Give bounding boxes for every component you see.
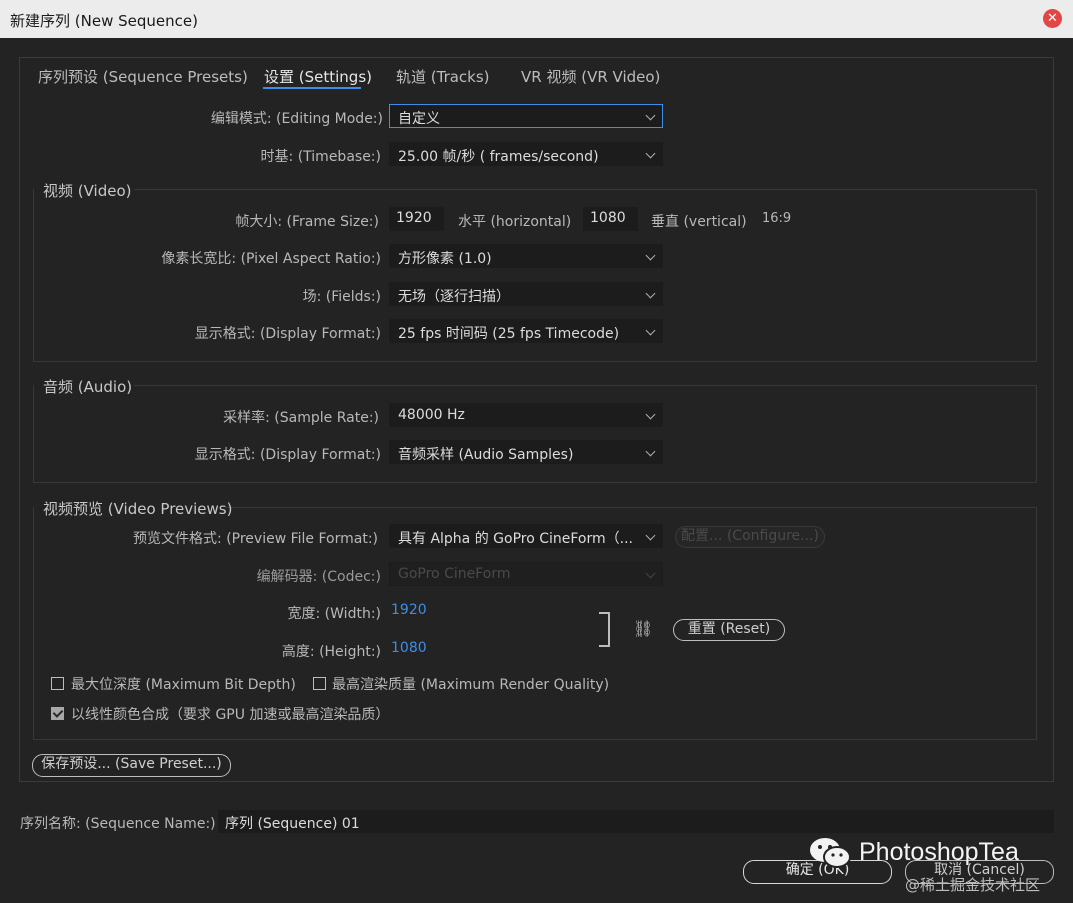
linear-color-label: 以线性颜色合成（要求 GPU 加速或最高渲染品质） <box>71 707 390 723</box>
frame-size-label: 帧大小: (Frame Size:) <box>235 214 379 230</box>
editing-mode-label: 编辑模式: (Editing Mode:) <box>210 111 383 127</box>
video-display-format-label: 显示格式: (Display Format:) <box>194 326 381 342</box>
vertical-label: 垂直 (vertical) <box>651 214 747 230</box>
link-bracket <box>599 612 610 647</box>
preview-height-label: 高度: (Height:) <box>281 644 381 660</box>
watermark-community: @稀土掘金技术社区 <box>905 876 1041 894</box>
preview-file-format-label: 预览文件格式: (Preview File Format:) <box>133 531 378 547</box>
preview-file-format-select[interactable]: 具有 Alpha 的 GoPro CineForm（... <box>389 524 663 548</box>
tab-vr-video[interactable]: VR 视频 (VR Video) <box>521 66 660 87</box>
sample-rate-select[interactable]: 48000 Hz <box>389 403 663 427</box>
horizontal-label: 水平 (horizontal) <box>458 214 572 230</box>
codec-label: 编解码器: (Codec:) <box>256 569 381 585</box>
frame-width-input[interactable]: 1920 <box>389 207 444 231</box>
configure-button[interactable]: 配置... (Configure...) <box>675 526 825 548</box>
audio-display-format-select[interactable]: 音频采样 (Audio Samples) <box>389 440 663 464</box>
close-icon[interactable]: ✕ <box>1043 9 1062 28</box>
video-previews-section-title: 视频预览 (Video Previews) <box>43 500 233 518</box>
title-bar: 新建序列 (New Sequence) ✕ <box>0 0 1073 38</box>
pixel-aspect-value: 方形像素 (1.0) <box>398 251 492 267</box>
codec-select[interactable]: GoPro CineForm <box>389 562 663 586</box>
max-bit-depth-checkbox[interactable] <box>51 677 64 690</box>
aspect-ratio-readout: 16:9 <box>762 211 792 226</box>
editing-mode-select[interactable]: 自定义 <box>389 104 663 128</box>
video-section-title: 视频 (Video) <box>43 182 132 200</box>
video-display-format-select[interactable]: 25 fps 时间码 (25 fps Timecode) <box>389 319 663 343</box>
fields-select[interactable]: 无场（逐行扫描） <box>389 282 663 306</box>
fields-value: 无场（逐行扫描） <box>398 289 510 305</box>
chevron-down-icon <box>645 288 656 299</box>
pixel-aspect-select[interactable]: 方形像素 (1.0) <box>389 244 663 268</box>
chevron-down-icon <box>645 148 656 159</box>
timebase-label: 时基: (Timebase:) <box>260 149 381 165</box>
watermark-brand: PhotoshopTea <box>859 838 1019 866</box>
pixel-aspect-label: 像素长宽比: (Pixel Aspect Ratio:) <box>161 251 381 267</box>
sequence-name-input[interactable]: 序列 (Sequence) 01 <box>218 810 1054 833</box>
max-bit-depth-label: 最大位深度 (Maximum Bit Depth) <box>71 677 296 693</box>
link-icon[interactable]: ⛓ <box>633 619 653 638</box>
preview-width-label: 宽度: (Width:) <box>287 606 381 622</box>
audio-section <box>33 385 1037 483</box>
preview-file-format-value: 具有 Alpha 的 GoPro CineForm（... <box>398 531 633 547</box>
sample-rate-label: 采样率: (Sample Rate:) <box>223 410 379 426</box>
save-preset-button[interactable]: 保存预设... (Save Preset...) <box>32 754 231 777</box>
audio-display-format-label: 显示格式: (Display Format:) <box>194 447 381 463</box>
chevron-down-icon <box>645 409 656 420</box>
chevron-down-icon <box>645 250 656 261</box>
codec-value: GoPro CineForm <box>398 566 511 582</box>
max-render-quality-checkbox[interactable] <box>313 677 326 690</box>
video-section-line <box>134 189 1037 190</box>
max-render-quality-label: 最高渲染质量 (Maximum Render Quality) <box>332 677 610 693</box>
audio-section-title: 音频 (Audio) <box>43 378 133 396</box>
previews-section-line <box>226 507 1037 508</box>
chevron-down-icon <box>645 110 656 121</box>
chevron-down-icon <box>645 568 656 579</box>
preview-width-value[interactable]: 1920 <box>391 602 427 618</box>
fields-label: 场: (Fields:) <box>302 289 381 305</box>
chevron-down-icon <box>645 446 656 457</box>
wechat-logo-icon <box>808 836 852 874</box>
active-tab-indicator <box>263 87 361 89</box>
timebase-select[interactable]: 25.00 帧/秒 ( frames/second) <box>389 142 663 166</box>
audio-display-format-value: 音频采样 (Audio Samples) <box>398 447 574 463</box>
reset-button[interactable]: 重置 (Reset) <box>673 619 785 641</box>
editing-mode-value: 自定义 <box>398 111 440 127</box>
tab-tracks[interactable]: 轨道 (Tracks) <box>396 66 490 87</box>
timebase-value: 25.00 帧/秒 ( frames/second) <box>398 149 599 165</box>
sample-rate-value: 48000 Hz <box>398 407 465 423</box>
window-title: 新建序列 (New Sequence) <box>10 12 198 30</box>
sequence-name-label: 序列名称: (Sequence Name:) <box>20 816 216 832</box>
linear-color-checkbox[interactable] <box>51 707 64 720</box>
frame-height-input[interactable]: 1080 <box>583 207 638 231</box>
video-display-format-value: 25 fps 时间码 (25 fps Timecode) <box>398 326 620 342</box>
tab-sequence-presets[interactable]: 序列预设 (Sequence Presets) <box>38 66 248 87</box>
tab-settings[interactable]: 设置 (Settings) <box>264 66 372 87</box>
audio-section-line <box>134 385 1037 386</box>
chevron-down-icon <box>645 325 656 336</box>
chevron-down-icon <box>645 530 656 541</box>
preview-height-value[interactable]: 1080 <box>391 640 427 656</box>
